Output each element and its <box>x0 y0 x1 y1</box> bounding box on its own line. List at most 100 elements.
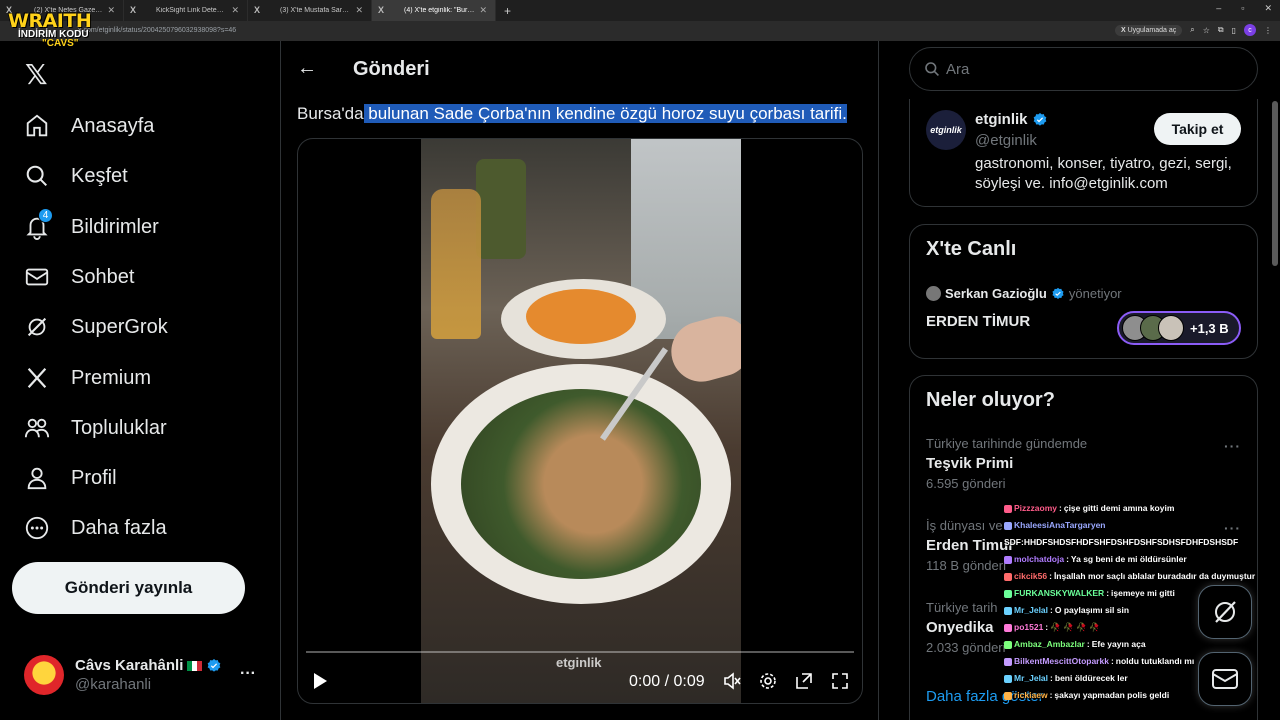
avatar <box>1158 315 1184 341</box>
picture-in-picture-icon[interactable] <box>794 671 814 691</box>
chat-message: BilkentMescittOtoparkk: noldu tutuklandı … <box>1004 653 1274 670</box>
close-tab-icon[interactable]: ✕ <box>107 5 115 16</box>
video-scene-jar <box>476 159 526 259</box>
profile-name-row: etginlik <box>975 111 1048 128</box>
open-in-app-button[interactable]: X Uygulamada aç <box>1114 24 1183 36</box>
nav-item-search[interactable]: Keşfet <box>23 156 128 196</box>
mail-icon <box>23 263 51 291</box>
nav-item-label: Sohbet <box>71 265 135 288</box>
x-icon: X <box>254 5 261 15</box>
search-box[interactable] <box>909 47 1258 91</box>
people-icon <box>23 414 51 442</box>
nav-item-bell[interactable]: 4 Bildirimler <box>23 207 159 247</box>
live-card[interactable]: X'te Canlı Serkan Gazioğlu yönetiyor ERD… <box>909 224 1258 359</box>
extensions-icon[interactable]: ⧉ <box>1218 25 1224 35</box>
chat-username: FURKANSKYWALKER <box>1014 588 1105 598</box>
avatar[interactable]: etginlik <box>926 110 966 150</box>
video-scene-soup <box>461 389 701 579</box>
nav-item-label: Topluluklar <box>71 416 167 439</box>
close-tab-icon[interactable]: ✕ <box>355 5 363 16</box>
chat-badge-icon <box>1004 691 1012 700</box>
browser-tab[interactable]: X (4) X'te etginlik: "Bursa'da bulun ✕ <box>372 0 496 21</box>
nav-item-label: Profil <box>71 466 117 489</box>
live-heading: X'te Canlı <box>926 238 1017 260</box>
browser-tab[interactable]: X (3) X'te Mustafa Sarıgül: "Gönd ✕ <box>248 0 372 21</box>
chat-message: Ambaz_Ambazlar: Efe yayın aça <box>1004 636 1274 653</box>
post-text: Bursa'da bulunan Sade Çorba'nın kendine … <box>297 104 847 124</box>
video-player[interactable]: etginlik 0:00 / 0:09 <box>297 138 863 704</box>
browser-tab-title: (3) X'te Mustafa Sarıgül: "Gönd <box>280 7 350 14</box>
chat-username: rickiaew <box>1014 690 1048 700</box>
close-window-icon[interactable]: ✕ <box>1264 3 1272 14</box>
chat-message: SDF:HHDFSHDSFHDFSHFDSHFDSHFSDHSFDHFDSHSD… <box>1004 534 1274 551</box>
chat-text: noldu tutuklandı mı <box>1115 656 1195 666</box>
browser-tabbar: X(2) X'te Nefes Gazetesi: "Samsu✕XKickSi… <box>0 0 1280 21</box>
settings-gear-icon[interactable] <box>758 671 778 691</box>
sidepanel-icon[interactable]: ▯ <box>1232 26 1236 35</box>
minimize-icon[interactable]: – <box>1216 3 1221 14</box>
chat-badge-icon <box>1004 572 1012 581</box>
verified-badge-icon <box>1052 287 1064 299</box>
star-icon[interactable]: ☆ <box>1203 26 1210 35</box>
avatar <box>926 286 941 301</box>
account-more-icon[interactable]: ··· <box>240 665 256 683</box>
nav-item-grok[interactable]: SuperGrok <box>23 307 168 347</box>
zoom-icon[interactable]: ⌕ <box>1190 25 1194 35</box>
nav-item-mail[interactable]: Sohbet <box>23 257 134 297</box>
chat-separator: : <box>1050 673 1053 683</box>
maximize-icon[interactable]: ▫ <box>1241 3 1244 14</box>
chat-message: cikcik56: İnşallah mor saçlı ablalar bura… <box>1004 568 1274 585</box>
profile-bio: gastronomi, konser, tiyatro, gezi, sergi… <box>975 155 1232 192</box>
video-scene-bottle <box>431 189 481 339</box>
chat-message: molchatdoja: Ya sg beni de mi öldürsünler <box>1004 551 1274 568</box>
trend-item[interactable]: Türkiye tarihinde gündemde Teşvik Primi 6.… <box>926 436 1246 491</box>
live-listeners-pill[interactable]: +1,3 B <box>1117 311 1241 345</box>
address-bar-actions: X Uygulamada aç ⌕ ☆ ⧉ ▯ c ⋮ <box>1114 24 1272 36</box>
post-text-selected: bulunan Sade Çorba'nın kendine özgü horo… <box>363 104 847 123</box>
nav-item-user[interactable]: Profil <box>23 458 117 498</box>
chat-text: 🥀 🥀 🥀 🥀 <box>1050 622 1100 632</box>
x-icon: X <box>1120 26 1128 34</box>
browser-menu-icon[interactable]: ⋮ <box>1264 26 1272 35</box>
user-icon <box>23 464 51 492</box>
follow-button[interactable]: Takip et <box>1154 113 1241 145</box>
nav-item-more-circle[interactable]: Daha fazla <box>23 508 167 548</box>
post-button[interactable]: Gönderi yayınla <box>12 562 245 614</box>
trend-more-icon[interactable]: ··· <box>1224 438 1241 454</box>
account-name: Câvs Karahânli <box>75 657 184 674</box>
video-progress-bar[interactable] <box>306 651 854 653</box>
address-bar: x.com/etginlik/status/200425079603293809… <box>0 21 1280 41</box>
chat-username: molchatdoja <box>1014 554 1065 564</box>
play-icon[interactable] <box>310 671 330 691</box>
fullscreen-icon[interactable] <box>830 671 850 691</box>
chat-username: cikcik56 <box>1014 571 1048 581</box>
chat-badge-icon <box>1004 504 1012 513</box>
nav-item-label: Anasayfa <box>71 114 155 137</box>
browser-tab[interactable]: X KickSight Link Detector ✕ <box>124 0 248 21</box>
nav-item-x[interactable]: Premium <box>23 358 151 398</box>
close-tab-icon[interactable]: ✕ <box>479 5 487 16</box>
chat-username: Pizzzaomy <box>1014 503 1057 513</box>
chat-message: rickiaew: şakayı yapmadan polis geldi <box>1004 687 1274 704</box>
chat-text: Efe yayın aça <box>1091 639 1146 649</box>
verified-badge-icon <box>1033 112 1046 126</box>
page-title: Gönderi <box>353 58 430 80</box>
x-logo-icon[interactable]: 𝕏 <box>25 58 48 91</box>
grok-icon <box>23 313 51 341</box>
search-input[interactable] <box>946 60 1246 78</box>
page-scrollbar[interactable] <box>1272 101 1278 266</box>
back-arrow-icon[interactable]: ← <box>297 57 317 80</box>
close-tab-icon[interactable]: ✕ <box>231 5 239 16</box>
volume-muted-icon[interactable] <box>722 671 742 691</box>
nav-item-people[interactable]: Topluluklar <box>23 408 167 448</box>
chat-message: Mr_Jelal: beni öldürecek ler <box>1004 670 1274 687</box>
left-sidebar: 𝕏 Anasayfa Keşfet 4 Bildirimler Sohbet SuperG… <box>0 41 280 720</box>
profile-avatar[interactable]: c <box>1244 24 1256 36</box>
profile-name[interactable]: etginlik <box>975 111 1028 128</box>
stream-overlay-logo: WRAITH İNDİRİM KODU "CAVS" <box>8 10 98 56</box>
url-text[interactable]: x.com/etginlik/status/200425079603293809… <box>78 27 236 34</box>
new-tab-button[interactable]: + <box>496 4 519 18</box>
nav-item-home[interactable]: Anasayfa <box>23 106 154 146</box>
account-switcher[interactable]: Câvs Karahânli @karahanli ··· <box>24 653 274 697</box>
avatar <box>24 655 64 695</box>
